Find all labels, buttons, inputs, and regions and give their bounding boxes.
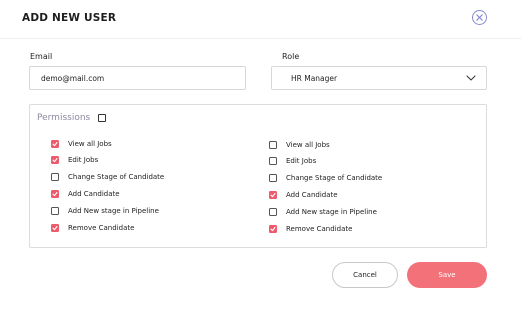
- role-value: HR Manager: [291, 73, 338, 83]
- check-icon: [52, 157, 58, 163]
- permissions-panel: Permissions View all Jobs Edit Jobs Change…: [29, 104, 487, 248]
- checkbox-checked[interactable]: [269, 225, 277, 233]
- permission-label: Change Stage of Candidate: [68, 173, 165, 181]
- check-icon: [52, 191, 58, 197]
- email-field[interactable]: demo@mail.com: [29, 66, 246, 90]
- permission-row[interactable]: View all Jobs: [51, 138, 112, 150]
- permission-label: Edit Jobs: [286, 157, 317, 165]
- save-button[interactable]: Save: [407, 262, 487, 288]
- permission-label: View all Jobs: [68, 140, 112, 148]
- role-label: Role: [282, 52, 300, 61]
- close-icon: [476, 14, 483, 21]
- checkbox-checked[interactable]: [51, 156, 59, 164]
- checkbox-checked[interactable]: [269, 191, 277, 199]
- permission-label: Add Candidate: [286, 191, 338, 199]
- checkbox-checked[interactable]: [51, 224, 59, 232]
- permission-label: Add New stage in Pipeline: [286, 208, 377, 216]
- permissions-label: Permissions: [37, 113, 91, 123]
- check-icon: [270, 226, 276, 232]
- checkbox[interactable]: [51, 173, 59, 181]
- permission-row[interactable]: Add Candidate: [51, 188, 120, 200]
- permission-row[interactable]: View all Jobs: [269, 139, 330, 151]
- permission-row[interactable]: Add New stage in Pipeline: [51, 205, 159, 217]
- permission-label: View all Jobs: [286, 141, 330, 149]
- checkbox[interactable]: [269, 141, 277, 149]
- permission-label: Edit Jobs: [68, 156, 99, 164]
- permission-row[interactable]: Add New stage in Pipeline: [269, 206, 377, 218]
- permission-label: Change Stage of Candidate: [286, 174, 383, 182]
- dialog-header: ADD NEW USER: [0, 0, 521, 39]
- check-icon: [52, 141, 58, 147]
- permission-row[interactable]: Edit Jobs: [51, 154, 98, 166]
- checkbox-checked[interactable]: [51, 140, 59, 148]
- chevron-down-icon: [466, 75, 476, 81]
- permission-row[interactable]: Change Stage of Candidate: [269, 172, 382, 184]
- permissions-select-all-checkbox[interactable]: [98, 114, 106, 122]
- permission-row[interactable]: Add Candidate: [269, 189, 338, 201]
- checkbox-checked[interactable]: [51, 190, 59, 198]
- permission-row[interactable]: Change Stage of Candidate: [51, 171, 164, 183]
- checkbox[interactable]: [269, 208, 277, 216]
- close-button[interactable]: [472, 10, 487, 25]
- cancel-button[interactable]: Cancel: [332, 262, 398, 288]
- role-select[interactable]: HR Manager: [271, 66, 487, 90]
- check-icon: [270, 192, 276, 198]
- email-label: Email: [30, 52, 53, 61]
- check-icon: [52, 225, 58, 231]
- permission-row[interactable]: Edit Jobs: [269, 155, 316, 167]
- permission-label: Remove Candidate: [286, 225, 353, 233]
- dialog-title: ADD NEW USER: [22, 12, 117, 24]
- checkbox[interactable]: [51, 207, 59, 215]
- permission-row[interactable]: Remove Candidate: [51, 222, 134, 234]
- permission-label: Add Candidate: [68, 190, 120, 198]
- permission-label: Remove Candidate: [68, 224, 135, 232]
- permission-row[interactable]: Remove Candidate: [269, 223, 352, 235]
- checkbox[interactable]: [269, 174, 277, 182]
- permission-label: Add New stage in Pipeline: [68, 207, 159, 215]
- email-value: demo@mail.com: [41, 73, 105, 83]
- checkbox[interactable]: [269, 157, 277, 165]
